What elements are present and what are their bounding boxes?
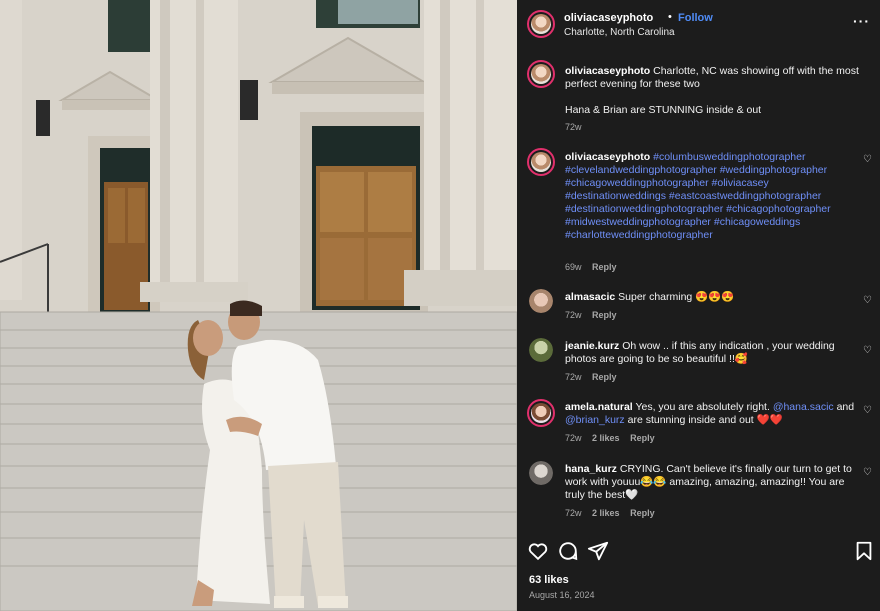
commenter-avatar[interactable] bbox=[529, 338, 553, 362]
hashtag-link[interactable]: #eastcoastweddingphotographer bbox=[669, 190, 821, 202]
comment-meta: 72w Reply bbox=[565, 372, 625, 382]
comment-body-a: Yes, you are absolutely right. bbox=[635, 401, 770, 413]
hashtag-link[interactable]: #columbusweddingphotographer bbox=[653, 151, 805, 163]
author-username[interactable]: oliviacaseyphoto bbox=[564, 12, 653, 24]
reply-button[interactable]: Reply bbox=[592, 310, 617, 320]
comment-body-b: and bbox=[836, 401, 855, 413]
comment-text: almasacic Super charming 😍😍😍 bbox=[565, 291, 865, 304]
comment-icon[interactable] bbox=[557, 540, 579, 562]
hashtag-link[interactable]: #charlotteweddingphotographer bbox=[565, 229, 713, 241]
mention-link[interactable]: @brian_kurz bbox=[565, 414, 625, 426]
commenter-username[interactable]: hana_kurz bbox=[565, 463, 617, 475]
comment-meta: 72w 2 likes Reply bbox=[565, 508, 663, 518]
share-icon[interactable] bbox=[587, 540, 609, 562]
post-header: oliviacaseyphoto • Follow Charlotte, Nor… bbox=[517, 0, 880, 52]
heart-icon[interactable] bbox=[527, 540, 549, 562]
comment-like-icon[interactable]: ♡ bbox=[863, 295, 872, 306]
hashtag-link[interactable]: #chicagoweddings bbox=[714, 216, 800, 228]
hashtag-link[interactable]: #clevelandweddingphotographer bbox=[565, 164, 717, 176]
hashtag-link[interactable]: #destinationweddingphotographer bbox=[565, 203, 723, 215]
reply-button[interactable]: Reply bbox=[592, 262, 617, 272]
comment-like-icon[interactable]: ♡ bbox=[863, 345, 872, 356]
comment-body-c: are stunning inside and out ❤️❤️ bbox=[627, 414, 783, 426]
commenter-username[interactable]: jeanie.kurz bbox=[565, 340, 619, 352]
reply-button[interactable]: Reply bbox=[630, 433, 655, 443]
hashtag-link[interactable]: #destinationweddings bbox=[565, 190, 666, 202]
bookmark-icon[interactable] bbox=[853, 540, 875, 562]
comment-likes[interactable]: 2 likes bbox=[592, 508, 620, 518]
post-actions-bar bbox=[517, 540, 880, 570]
comment-time[interactable]: 69w bbox=[565, 262, 582, 272]
caption-time[interactable]: 72w bbox=[565, 122, 582, 132]
hashtag-link[interactable]: #chicagophotographer bbox=[726, 203, 831, 215]
follow-button[interactable]: Follow bbox=[678, 12, 713, 24]
comment-meta: 69w Reply bbox=[565, 262, 625, 272]
caption-meta: 72w bbox=[565, 122, 590, 132]
post-date[interactable]: August 16, 2024 bbox=[529, 590, 595, 600]
caption-avatar[interactable] bbox=[527, 60, 555, 88]
reply-button[interactable]: Reply bbox=[630, 508, 655, 518]
comment-time[interactable]: 72w bbox=[565, 372, 582, 382]
likes-count[interactable]: 63 likes bbox=[529, 574, 569, 586]
hashtag-link[interactable]: #midwestweddingphotographer bbox=[565, 216, 711, 228]
hashtag-link[interactable]: #weddingphotographer bbox=[720, 164, 827, 176]
author-avatar[interactable] bbox=[527, 10, 555, 38]
post-side-panel: oliviacaseyphoto • Follow Charlotte, Nor… bbox=[517, 0, 880, 611]
comment-text: hana_kurz CRYING. Can't believe it's fin… bbox=[565, 463, 855, 502]
comment-text: amela.natural Yes, you are absolutely ri… bbox=[565, 401, 855, 427]
caption-username[interactable]: oliviacaseyphoto bbox=[565, 65, 650, 77]
wedding-couple-photo bbox=[0, 0, 517, 611]
post-location[interactable]: Charlotte, North Carolina bbox=[564, 27, 675, 38]
comment-text: jeanie.kurz Oh wow .. if this any indica… bbox=[565, 340, 855, 366]
commenter-avatar[interactable] bbox=[529, 289, 553, 313]
comment-like-icon[interactable]: ♡ bbox=[863, 405, 872, 416]
instagram-post-view: oliviacaseyphoto • Follow Charlotte, Nor… bbox=[0, 0, 880, 611]
comment-like-icon[interactable]: ♡ bbox=[863, 467, 872, 478]
caption-text: oliviacaseyphoto Charlotte, NC was showi… bbox=[565, 65, 865, 117]
comment-time[interactable]: 72w bbox=[565, 433, 582, 443]
hashtag-comment-text: oliviacaseyphoto #columbusweddingphotogr… bbox=[565, 151, 855, 242]
commenter-username[interactable]: almasacic bbox=[565, 291, 615, 303]
comment-time[interactable]: 72w bbox=[565, 310, 582, 320]
commenter-username[interactable]: amela.natural bbox=[565, 401, 633, 413]
mention-link[interactable]: @hana.sacic bbox=[773, 401, 834, 413]
hashtag-link[interactable]: #oliviacasey bbox=[712, 177, 769, 189]
commenter-avatar[interactable] bbox=[527, 399, 555, 427]
commenter-avatar[interactable] bbox=[529, 461, 553, 485]
comment-likes[interactable]: 2 likes bbox=[592, 433, 620, 443]
comment-username[interactable]: oliviacaseyphoto bbox=[565, 151, 650, 163]
reply-button[interactable]: Reply bbox=[592, 372, 617, 382]
comment-time[interactable]: 72w bbox=[565, 508, 582, 518]
comment-like-icon[interactable]: ♡ bbox=[863, 154, 872, 165]
comment-meta: 72w 2 likes Reply bbox=[565, 433, 663, 443]
comment-avatar[interactable] bbox=[527, 148, 555, 176]
comment-meta: 72w Reply bbox=[565, 310, 625, 320]
comment-body: Super charming 😍😍😍 bbox=[618, 291, 735, 303]
post-photo[interactable] bbox=[0, 0, 517, 611]
more-options-icon[interactable]: ··· bbox=[853, 13, 870, 29]
hashtag-link[interactable]: #chicagoweddingphotographer bbox=[565, 177, 709, 189]
header-separator: • bbox=[668, 11, 672, 23]
caption-line2: Hana & Brian are STUNNING inside & out bbox=[565, 104, 762, 116]
